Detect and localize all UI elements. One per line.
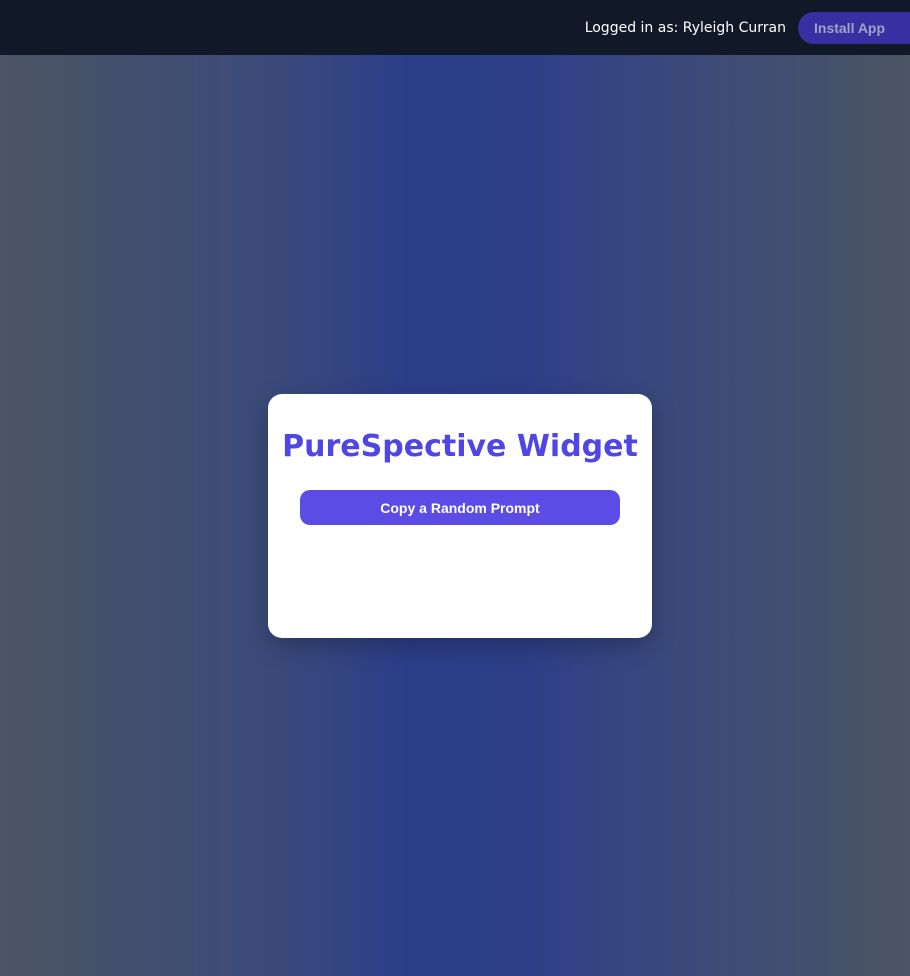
copy-random-prompt-button[interactable]: Copy a Random Prompt: [300, 490, 620, 525]
top-bar: Logged in as: Ryleigh Curran Install App: [0, 0, 910, 55]
logged-in-status: Logged in as: Ryleigh Curran: [584, 19, 786, 36]
install-app-button[interactable]: Install App: [798, 11, 910, 44]
widget-card: PureSpective Widget Copy a Random Prompt: [268, 394, 652, 638]
widget-title: PureSpective Widget: [282, 429, 638, 464]
